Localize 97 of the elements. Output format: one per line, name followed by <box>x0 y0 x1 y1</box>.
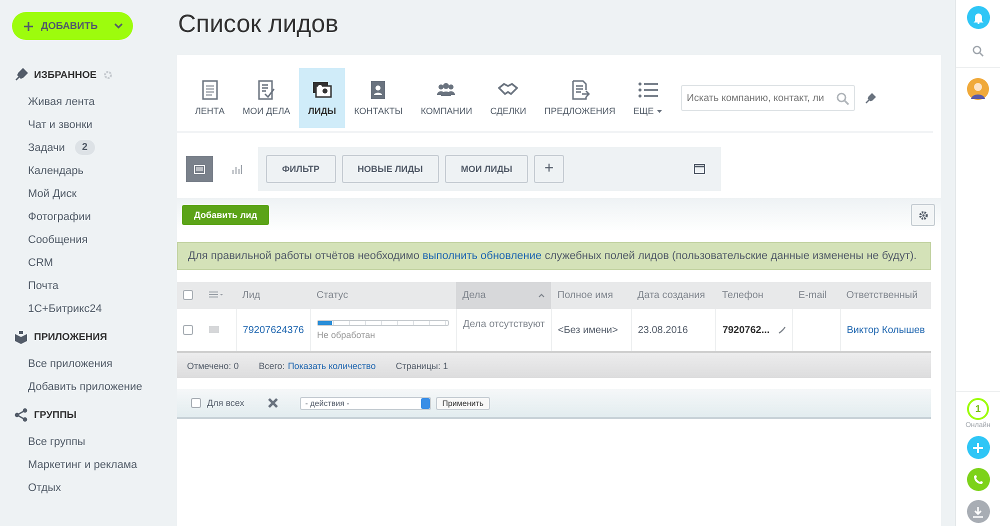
sidebar-item[interactable]: Добавить приложение <box>28 380 142 392</box>
download-icon <box>972 506 984 518</box>
nav-tab[interactable]: СДЕЛКИ <box>481 68 536 128</box>
page-title: Список лидов <box>177 9 340 40</box>
sidebar-item[interactable]: Календарь <box>28 164 84 176</box>
nav-tab[interactable]: КОНТАКТЫ <box>345 68 412 128</box>
window-icon <box>694 164 705 174</box>
settings-icon <box>102 70 113 80</box>
settings-button[interactable] <box>911 204 935 226</box>
nav-tab[interactable]: ЕЩЕ <box>624 68 671 128</box>
sort-up-icon <box>538 293 546 298</box>
phone-number: 7920762... <box>722 324 770 336</box>
table-cell: <Без имени> <box>558 324 618 336</box>
list-view-button[interactable] <box>186 156 213 182</box>
search-icon[interactable] <box>972 45 984 57</box>
apply-button[interactable]: Применить <box>436 396 490 410</box>
for-all-checkbox[interactable] <box>191 398 201 408</box>
document-icon <box>200 80 220 100</box>
column-header[interactable]: E-mail <box>792 282 840 309</box>
bell-icon <box>972 12 984 24</box>
section-title: ПРИЛОЖЕНИЯ <box>34 332 108 342</box>
sidebar-item[interactable]: Задачи <box>28 142 65 154</box>
row-checkbox[interactable] <box>183 324 193 335</box>
phone-icon <box>778 326 786 334</box>
table-cell: 23.08.2016 <box>638 324 688 336</box>
counter-badge: 2 <box>74 140 94 155</box>
sidebar-item[interactable]: 1С+Битрикс24 <box>28 302 102 314</box>
filter-button[interactable]: ФИЛЬТР <box>266 155 336 183</box>
plus-icon <box>24 22 33 30</box>
selected-count: Отмечено: 0 <box>187 360 239 370</box>
delete-icon[interactable] <box>268 398 278 408</box>
section-title: ИЗБРАННОЕ <box>34 70 97 80</box>
nav-tab[interactable]: ПРЕДЛОЖЕНИЯ <box>535 68 624 128</box>
phone-icon <box>972 474 984 486</box>
show-count-link[interactable]: Показать количество <box>288 360 376 370</box>
sidebar-item[interactable]: Маркетинг и реклама <box>28 458 138 470</box>
column-header[interactable]: Дата создания <box>631 282 716 309</box>
sidebar-item[interactable]: Отдых <box>28 482 62 494</box>
table-cell: Дела отсутствуют <box>462 319 545 330</box>
page-count: Страницы: 1 <box>396 360 448 370</box>
pin-icon <box>864 92 876 104</box>
nav-tab[interactable]: КОМПАНИИ <box>412 68 482 128</box>
select-all-checkbox[interactable] <box>183 290 193 300</box>
column-header[interactable]: Статус <box>310 282 456 309</box>
search-field[interactable]: Искать компанию, контакт, ли <box>680 85 855 111</box>
sidebar-item[interactable]: Все приложения <box>28 358 112 370</box>
plus-icon <box>972 442 984 454</box>
status-label: Не обработан <box>316 330 376 340</box>
add-button[interactable]: ДОБАВИТЬ <box>12 12 133 40</box>
search-icon <box>836 92 849 105</box>
notice-message: Для правильной работы отчётов необходимо выполнить обновление служебных полей лидов (пользовательские данные изменены не будут). <box>177 242 931 270</box>
responsible-link[interactable]: Виктор Колышев <box>846 324 925 336</box>
chevron-down-icon <box>114 23 123 29</box>
nav-tab[interactable]: МОИ ДЕЛА <box>234 68 300 128</box>
row-menu-icon[interactable] <box>208 326 219 332</box>
sidebar-item[interactable]: Фотографии <box>28 210 91 222</box>
bar-chart-icon <box>232 164 242 174</box>
sidebar-item[interactable]: CRM <box>28 256 54 268</box>
avatar-icon[interactable] <box>967 78 989 100</box>
document-arrow-icon <box>570 80 590 100</box>
section-title: ГРУППЫ <box>34 410 77 420</box>
lead-link[interactable]: 79207624376 <box>242 324 304 336</box>
checklist-icon <box>256 80 276 100</box>
add-lead-button[interactable]: Добавить лид <box>182 205 270 225</box>
sidebar-item[interactable]: Все группы <box>28 436 86 448</box>
nav-tab[interactable]: ЛИДЫ <box>299 68 346 128</box>
column-header[interactable]: Телефон <box>716 282 792 309</box>
download-button[interactable] <box>966 500 990 523</box>
sidebar-item[interactable]: Сообщения <box>28 234 88 246</box>
list-icon <box>638 80 658 100</box>
sidebar-item[interactable]: Живая лента <box>28 96 95 108</box>
filter-button[interactable]: НОВЫЕ ЛИДЫ <box>342 155 439 183</box>
sidebar-item[interactable]: Мой Диск <box>28 188 77 200</box>
total-label: Всего: <box>258 360 285 370</box>
list-icon <box>194 164 205 174</box>
checkbox-label: Для всех <box>207 398 244 408</box>
column-header[interactable]: Ответственный <box>840 282 931 309</box>
box-icon <box>14 330 28 344</box>
add-button[interactable] <box>966 436 990 459</box>
share-icon <box>14 408 28 422</box>
update-link[interactable]: выполнить обновление <box>422 250 542 262</box>
settings-icon <box>918 210 928 220</box>
action-select[interactable]: - действия - <box>300 396 432 410</box>
nav-tab[interactable]: ЛЕНТА <box>186 68 234 128</box>
column-header[interactable]: Лид <box>236 282 310 309</box>
filter-button[interactable]: МОИ ЛИДЫ <box>444 155 528 183</box>
notifications-button[interactable] <box>966 6 990 29</box>
sidebar-item[interactable]: Чат и звонки <box>28 118 92 130</box>
call-button[interactable] <box>966 468 990 491</box>
cards-icon <box>312 80 332 100</box>
menu-icon <box>208 291 223 298</box>
add-filter-button[interactable]: + <box>534 155 564 183</box>
column-header[interactable]: Полное имя <box>551 282 632 309</box>
sidebar-item[interactable]: Почта <box>28 280 59 292</box>
column-label: Дела <box>462 290 486 301</box>
caret-down-icon <box>656 110 662 112</box>
pin-icon <box>14 68 28 82</box>
